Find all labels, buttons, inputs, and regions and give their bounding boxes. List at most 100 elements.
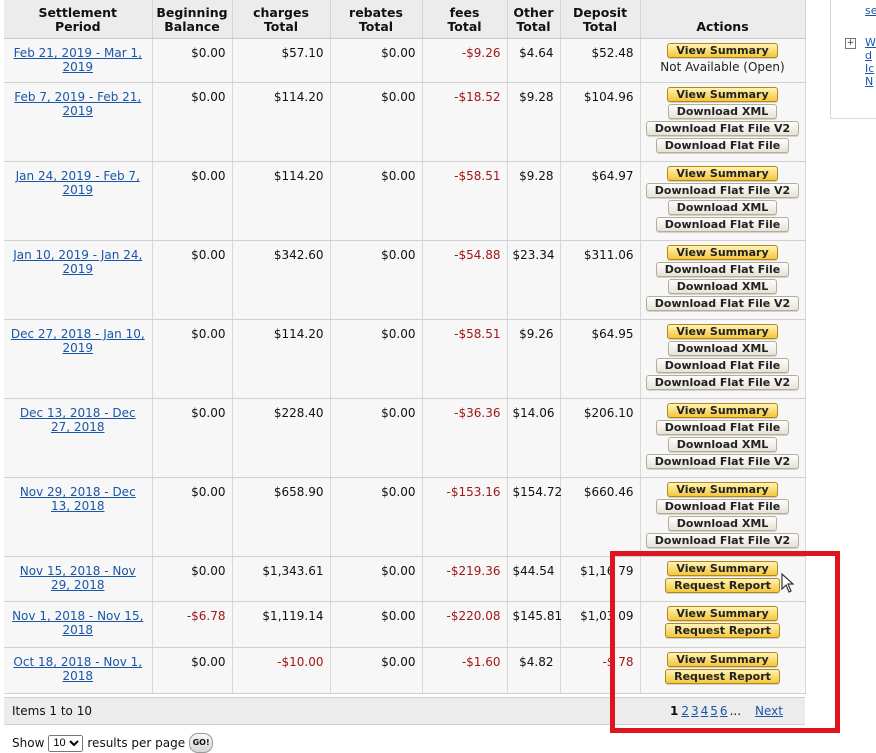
expand-plus-icon[interactable]: + <box>845 38 856 49</box>
download-flat-file-button[interactable]: Download Flat File <box>655 217 790 232</box>
view-summary-button[interactable]: View Summary <box>667 245 778 260</box>
deposit-cell: $1,03 09 <box>560 601 641 648</box>
download-flat-file-v2-button[interactable]: Download Flat File V2 <box>645 183 800 198</box>
actions-cell: View Summary Request Report <box>640 601 806 648</box>
fees-cell: -$153.16 <box>422 477 508 557</box>
charges-cell: $658.90 <box>232 477 331 557</box>
charges-cell: $114.20 <box>232 161 331 241</box>
sidebar-link-line4[interactable]: N <box>865 75 873 88</box>
download-flat-file-v2-button[interactable]: Download Flat File V2 <box>645 121 800 136</box>
download-flat-file-v2-button[interactable]: Download Flat File V2 <box>645 375 800 390</box>
settlement-period-link[interactable]: Feb 21, 2019 - Mar 1, 2019 <box>14 46 142 74</box>
table-header-row: Settlement Period Beginning Balance charges T… <box>4 0 806 39</box>
show-label: Show <box>12 736 45 750</box>
download-xml-button[interactable]: Download XML <box>667 279 778 294</box>
download-xml-button[interactable]: Download XML <box>667 341 778 356</box>
view-summary-button[interactable]: View Summary <box>667 324 778 339</box>
download-flat-file-button[interactable]: Download Flat File <box>655 262 790 277</box>
other-cell: $9.28 <box>507 161 561 241</box>
settlement-period-link[interactable]: Oct 18, 2018 - Nov 1, 2018 <box>13 655 142 683</box>
period-line1: Oct 18, 2018 - Nov 1, <box>13 655 143 669</box>
download-xml-button[interactable]: Download XML <box>667 437 778 452</box>
download-xml-button[interactable]: Download XML <box>667 516 778 531</box>
view-summary-button[interactable]: View Summary <box>667 561 778 576</box>
download-flat-file-v2-button[interactable]: Download Flat File V2 <box>645 533 800 548</box>
download-flat-file-button[interactable]: Download Flat File <box>655 138 790 153</box>
rebates-cell: $0.00 <box>330 477 423 557</box>
deposit-cell: $104.96 <box>560 82 641 162</box>
view-summary-button[interactable]: View Summary <box>667 652 778 667</box>
column-header: charges Total <box>232 0 331 39</box>
period-line2: 2019 <box>62 183 94 197</box>
column-header-line1: rebates <box>349 5 403 20</box>
other-cell: $154.72 <box>507 477 562 557</box>
settlement-period-link[interactable]: Nov 15, 2018 - Nov 29, 2018 <box>20 564 136 592</box>
download-flat-file-v2-button[interactable]: Download Flat File V2 <box>645 454 800 469</box>
download-flat-file-button[interactable]: Download Flat File <box>655 499 790 514</box>
fees-cell: -$58.51 <box>422 161 508 241</box>
view-summary-button[interactable]: View Summary <box>667 166 778 181</box>
page-link[interactable]: 4 <box>701 704 709 718</box>
request-report-button[interactable]: Request Report <box>665 669 780 684</box>
results-per-page-control: Show 10 results per page GO! <box>12 733 214 753</box>
settlement-period-cell: Jan 24, 2019 - Feb 7, 2019 <box>4 161 153 241</box>
sidebar-link-line3[interactable]: Ic <box>865 62 874 75</box>
fees-cell: -$36.36 <box>422 398 508 478</box>
view-summary-button[interactable]: View Summary <box>667 606 778 621</box>
rebates-cell: $0.00 <box>330 601 423 648</box>
view-summary-button[interactable]: View Summary <box>667 482 778 497</box>
download-xml-button[interactable]: Download XML <box>667 104 778 119</box>
column-header: rebates Total <box>330 0 423 39</box>
begin-cell: $0.00 <box>152 477 233 557</box>
download-xml-button[interactable]: Download XML <box>667 200 778 215</box>
column-header: Settlement Period <box>4 0 153 39</box>
page-link[interactable]: 5 <box>710 704 718 718</box>
table-row: Nov 1, 2018 - Nov 15, 2018 -$6.78 $1,119.14… <box>4 601 806 648</box>
request-report-button[interactable]: Request Report <box>665 623 780 638</box>
column-header-line2: Total <box>358 19 394 34</box>
download-flat-file-button[interactable]: Download Flat File <box>655 420 790 435</box>
charges-cell: $114.20 <box>232 319 331 399</box>
column-header-line2: Balance <box>164 19 220 34</box>
page-link[interactable]: 3 <box>691 704 699 718</box>
settlement-period-link[interactable]: Jan 10, 2019 - Jan 24, 2019 <box>13 248 142 276</box>
table-row: Feb 7, 2019 - Feb 21, 2019 $0.00 $114.20 $0.… <box>4 82 806 162</box>
actions-cell: View Summary Not Available (Open) <box>640 38 806 83</box>
page-link[interactable]: 2 <box>681 704 689 718</box>
settlement-period-link[interactable]: Dec 13, 2018 - Dec 27, 2018 <box>20 406 136 434</box>
charges-cell: $228.40 <box>232 398 331 478</box>
download-flat-file-button[interactable]: Download Flat File <box>655 358 790 373</box>
next-page-link[interactable]: Next <box>755 704 783 718</box>
column-header: Actions <box>640 0 806 39</box>
sidebar-top-link[interactable]: se <box>865 4 876 17</box>
status-text: Not Available (Open) <box>660 60 785 74</box>
sidebar-link-line2[interactable]: d <box>865 49 872 62</box>
period-line1: Dec 27, 2018 - Jan 10, <box>10 327 145 341</box>
column-header-line1: Actions <box>696 19 749 34</box>
settlement-period-link[interactable]: Dec 27, 2018 - Jan 10, 2019 <box>11 327 145 355</box>
view-summary-button[interactable]: View Summary <box>667 43 778 58</box>
column-header-line1: Settlement <box>38 5 118 20</box>
settlement-period-link[interactable]: Nov 1, 2018 - Nov 15, 2018 <box>12 609 143 637</box>
settlement-period-link[interactable]: Nov 29, 2018 - Dec 13, 2018 <box>20 485 136 513</box>
period-line2: 27, 2018 <box>51 420 105 434</box>
actions-cell: View Summary Download Flat File Download X… <box>640 477 806 557</box>
go-button[interactable]: GO! <box>189 733 214 753</box>
download-flat-file-v2-button[interactable]: Download Flat File V2 <box>645 296 800 311</box>
view-summary-button[interactable]: View Summary <box>667 87 778 102</box>
view-summary-button[interactable]: View Summary <box>667 403 778 418</box>
request-report-button[interactable]: Request Report <box>665 578 780 593</box>
settlement-period-link[interactable]: Feb 7, 2019 - Feb 21, 2019 <box>14 90 141 118</box>
rebates-cell: $0.00 <box>330 38 423 83</box>
deposit-cell: $52.48 <box>560 38 641 83</box>
column-header-line2: Total <box>516 19 551 34</box>
begin-cell: $0.00 <box>152 398 233 478</box>
period-line2: 29, 2018 <box>51 578 105 592</box>
sidebar-link-line1[interactable]: W <box>865 36 876 49</box>
page-link[interactable]: 6 <box>720 704 728 718</box>
results-per-page-select[interactable]: 10 <box>48 734 84 752</box>
table-footer: Items 1 to 10 1 2 3 4 5 6... Next <box>4 697 805 725</box>
settlement-period-link[interactable]: Jan 24, 2019 - Feb 7, 2019 <box>16 169 140 197</box>
begin-cell: $0.00 <box>152 161 233 241</box>
fees-cell: -$9.26 <box>422 38 508 83</box>
